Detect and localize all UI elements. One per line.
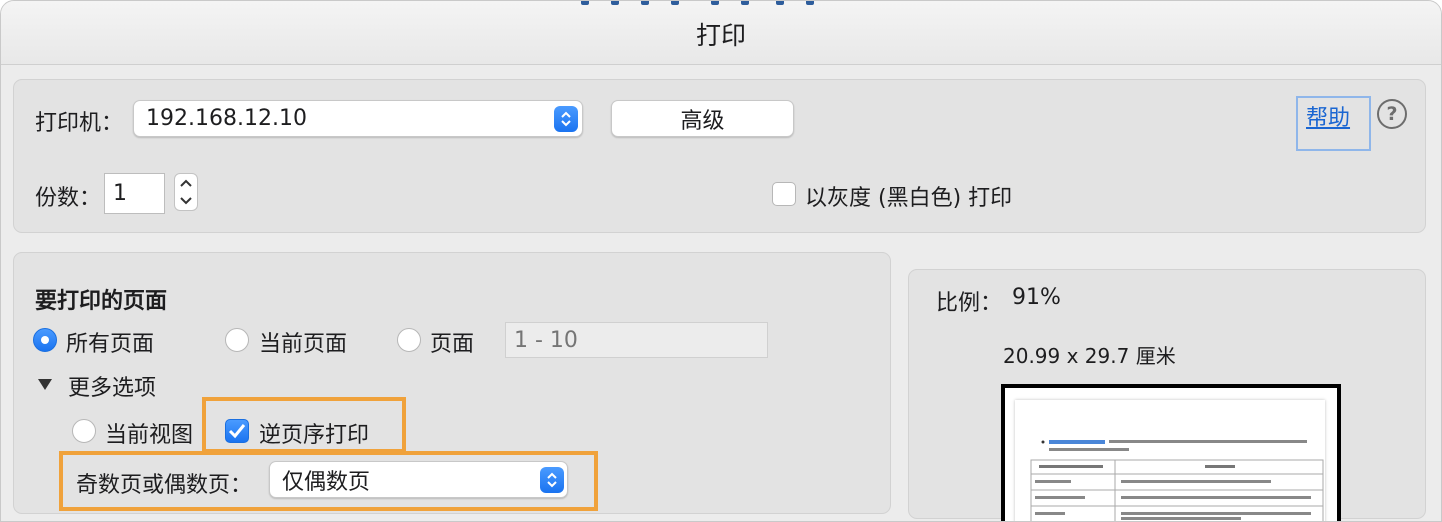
current-view-label: 当前视图 — [105, 423, 194, 448]
page-preview — [1001, 384, 1341, 521]
title-bar: 打印 — [1, 1, 1441, 65]
reverse-order-checkbox[interactable] — [225, 419, 249, 443]
radio-current-page[interactable] — [225, 328, 249, 352]
radio-page-range[interactable] — [397, 328, 421, 352]
odd-even-value: 仅偶数页 — [282, 469, 371, 495]
title-accent-decoration — [581, 1, 821, 5]
disclosure-triangle-icon[interactable] — [38, 379, 52, 390]
grayscale-label: 以灰度 (黑白色) 打印 — [805, 186, 1013, 211]
odd-even-chevron-icon — [540, 467, 564, 493]
odd-even-select[interactable]: 仅偶数页 — [269, 461, 568, 498]
stepper-arrows-icon — [180, 179, 192, 205]
more-options-label[interactable]: 更多选项 — [68, 370, 156, 402]
printer-select-chevron-icon — [554, 106, 578, 132]
document-preview-icon — [1030, 440, 1324, 521]
checkmark-icon — [228, 424, 246, 439]
copies-stepper[interactable] — [174, 173, 198, 211]
print-dialog: 打印 打印机： 192.168.12.10 高级 帮助 ? 份数： 1 以灰度 … — [0, 0, 1442, 522]
help-link[interactable]: 帮助 — [1306, 100, 1350, 132]
copies-input[interactable]: 1 — [104, 173, 165, 214]
pages-heading: 要打印的页面 — [35, 289, 168, 314]
scale-label: 比例： — [936, 291, 1003, 316]
odd-even-label: 奇数页或偶数页： — [76, 473, 253, 498]
page-preview-content — [1015, 400, 1325, 521]
scale-value: 91% — [1012, 285, 1061, 310]
printer-select[interactable]: 192.168.12.10 — [133, 100, 583, 137]
printer-value: 192.168.12.10 — [146, 106, 307, 131]
radio-current-view[interactable] — [72, 419, 96, 443]
question-circle-icon[interactable]: ? — [1377, 99, 1407, 129]
page-range-input[interactable] — [505, 322, 768, 358]
paper-size: 20.99 x 29.7 厘米 — [1003, 344, 1176, 368]
all-pages-label: 所有页面 — [66, 332, 155, 357]
radio-all-pages[interactable] — [33, 328, 57, 352]
reverse-order-label: 逆页序打印 — [259, 423, 370, 448]
current-page-label: 当前页面 — [259, 332, 348, 357]
dialog-title: 打印 — [695, 21, 746, 50]
printer-label: 打印机： — [35, 111, 124, 136]
page-range-label: 页面 — [430, 332, 475, 357]
advanced-button[interactable]: 高级 — [611, 100, 794, 137]
grayscale-checkbox[interactable] — [772, 182, 796, 206]
copies-label: 份数： — [35, 186, 102, 211]
